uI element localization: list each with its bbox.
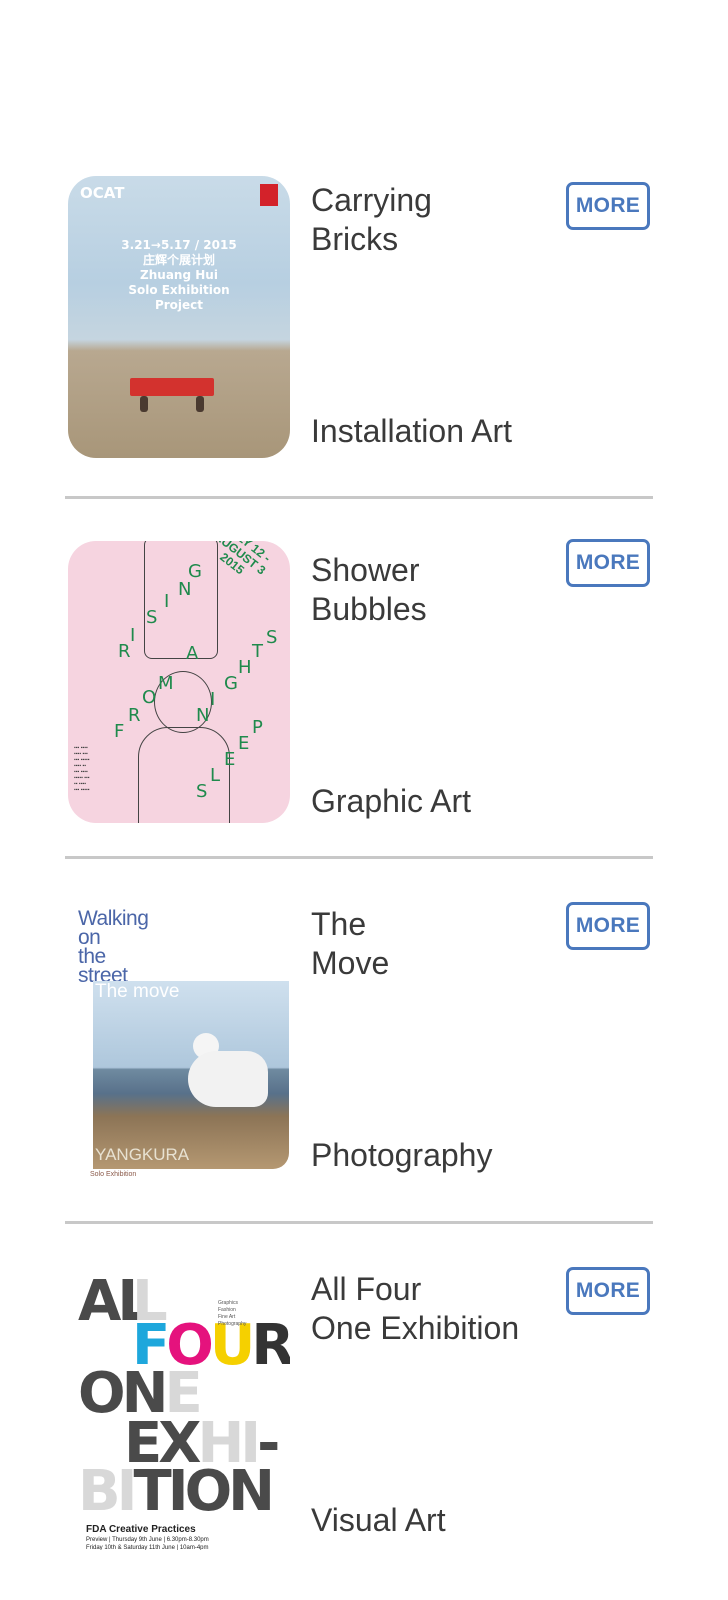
poster-letter: E bbox=[238, 733, 250, 754]
poster-dates: 3.21→5.17 / 2015 bbox=[121, 238, 237, 252]
exhibition-title: Carrying Bricks bbox=[311, 182, 432, 257]
poster-person bbox=[140, 396, 148, 412]
poster-logo: OCAT bbox=[80, 184, 125, 202]
exhibition-title: The Move bbox=[311, 906, 390, 981]
exhibition-title: All Four One Exhibition bbox=[311, 1271, 520, 1346]
poster-letter: F bbox=[114, 721, 125, 742]
poster-name-line: Solo Exhibition bbox=[128, 283, 230, 297]
divider bbox=[65, 1221, 653, 1224]
poster-letter: A bbox=[186, 643, 199, 664]
poster-name-line: Project bbox=[154, 298, 204, 312]
poster-letter: G bbox=[224, 673, 238, 694]
poster-photo: The move YANGKURA bbox=[93, 981, 289, 1169]
poster-seal-body bbox=[188, 1051, 268, 1107]
more-button[interactable]: MORE bbox=[566, 902, 650, 950]
poster-schedule: Preview | Thursday 9th June | 6.30pm-8.3… bbox=[86, 1537, 209, 1550]
poster-name-line: Zhuang Hui bbox=[140, 268, 218, 282]
poster-letter: S bbox=[266, 627, 278, 648]
more-button[interactable]: MORE bbox=[566, 182, 650, 230]
poster-subtitle: The move bbox=[95, 981, 180, 1002]
more-button[interactable]: MORE bbox=[566, 539, 650, 587]
poster-letter: S bbox=[146, 607, 158, 628]
poster-letter: P bbox=[252, 717, 263, 738]
poster-letter: S bbox=[196, 781, 208, 802]
poster-letter: I bbox=[130, 625, 136, 646]
poster-letter: I bbox=[210, 689, 216, 710]
exhibition-category: Installation Art bbox=[311, 413, 512, 449]
exhibition-category: Photography bbox=[311, 1137, 493, 1173]
poster-letter: N bbox=[196, 705, 210, 726]
divider bbox=[65, 496, 653, 499]
poster-letter: R bbox=[128, 705, 141, 726]
exhibition-poster-image[interactable]: Walking on the street The move YANGKURA … bbox=[68, 901, 290, 1183]
poster-letter: O bbox=[142, 687, 157, 708]
poster-letter: M bbox=[158, 673, 174, 694]
poster-letter: N bbox=[178, 579, 192, 600]
poster-credits: ▪▪▪ ▪▪▪▪ ▪▪▪▪ ▪▪▪ ▪▪▪ ▪▪▪▪▪ ▪▪▪▪ ▪▪ ▪▪▪ ▪▪▪▪… bbox=[74, 745, 90, 793]
poster-illustration-figure bbox=[144, 541, 218, 659]
poster-chinese-title: 庄辉个展计划 bbox=[142, 253, 215, 267]
poster-side-list: Graphics Fashion Fine Art Photography bbox=[218, 1300, 247, 1327]
exhibition-poster-image[interactable]: OCAT 3.21→5.17 / 2015 庄辉个展计划 Zhuang Hui … bbox=[68, 176, 290, 458]
more-button[interactable]: MORE bbox=[566, 1267, 650, 1315]
poster-footer: Solo Exhibition bbox=[90, 1171, 137, 1178]
poster-letter: H bbox=[238, 657, 252, 678]
exhibition-poster-image[interactable]: JULY 12 - AUGUST 3 2015 G N I S I R A M … bbox=[68, 541, 290, 823]
poster-word: BITION bbox=[78, 1459, 275, 1524]
exhibition-category: Graphic Art bbox=[311, 783, 472, 819]
exhibition-poster-image[interactable]: AL L FOUR ONE EXHI- BITION Graphics Fash… bbox=[68, 1268, 290, 1550]
poster-letter: T bbox=[252, 641, 263, 662]
exhibition-title: Shower Bubbles bbox=[311, 552, 427, 627]
poster-artist: YANGKURA bbox=[95, 1145, 190, 1164]
poster-letter: R bbox=[118, 641, 131, 662]
poster-letter: I bbox=[164, 591, 170, 612]
poster-person bbox=[196, 396, 204, 412]
poster-text: 3.21→5.17 / 2015 庄辉个展计划 Zhuang Hui Solo … bbox=[68, 238, 290, 313]
exhibition-category: Visual Art bbox=[311, 1502, 446, 1538]
poster-badge bbox=[260, 184, 278, 206]
divider bbox=[65, 856, 653, 859]
poster-organizer: FDA Creative Practices bbox=[86, 1524, 196, 1535]
poster-letter: L bbox=[210, 765, 221, 786]
poster-red-box bbox=[130, 378, 214, 396]
poster-letter: E bbox=[224, 749, 236, 770]
poster-headline: Walking on the street bbox=[78, 907, 149, 987]
